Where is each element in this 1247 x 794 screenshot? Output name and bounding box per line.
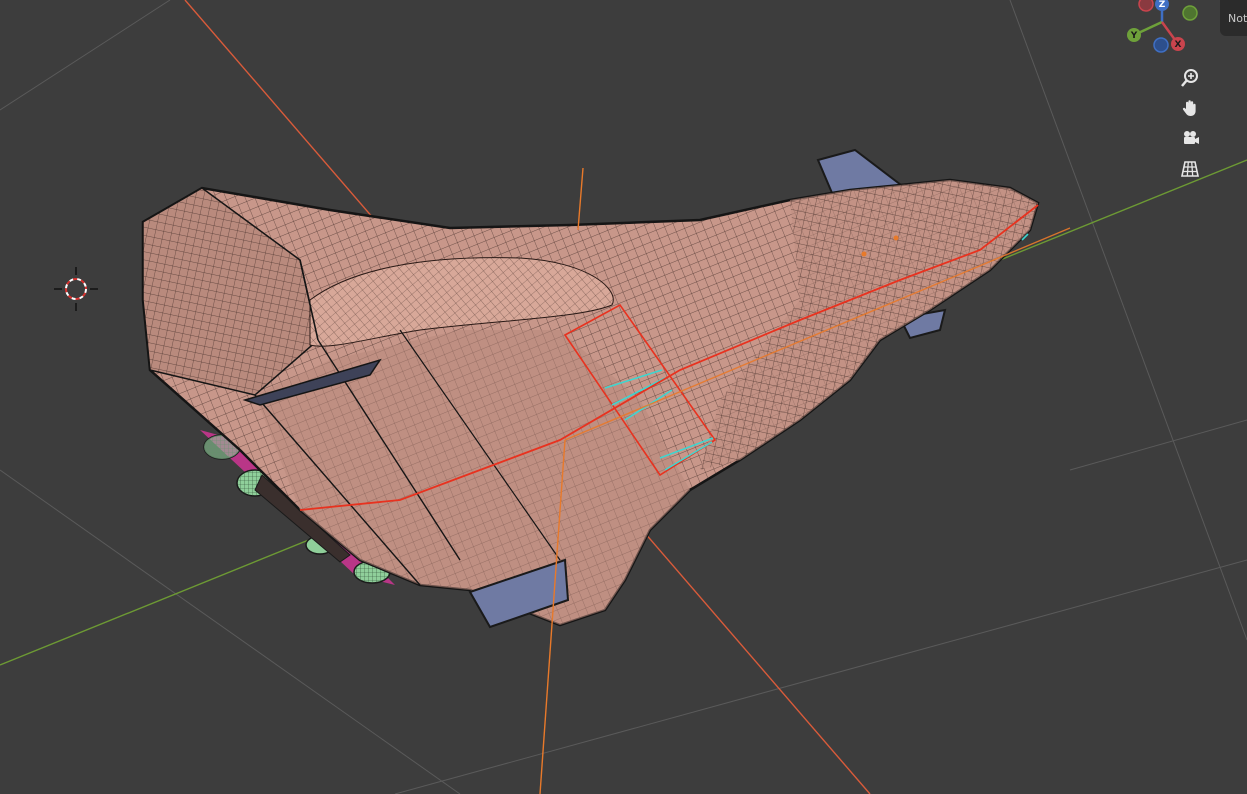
n-panel-tab[interactable]: Not [1220, 0, 1247, 36]
zoom-icon [1181, 69, 1198, 87]
gizmo-z-label: Z [1159, 0, 1166, 10]
gizmo-x-label: X [1175, 40, 1182, 50]
pan-button[interactable] [1176, 94, 1204, 122]
3d-cursor[interactable] [54, 267, 98, 311]
gizmo-y-label: Y [1130, 31, 1138, 41]
perspective-toggle-button[interactable] [1176, 155, 1204, 183]
spaceship-mesh[interactable] [141, 178, 1040, 627]
camera-view-button[interactable] [1176, 124, 1204, 152]
perspective-grid-icon [1181, 161, 1199, 177]
n-panel-tab-label: Not [1228, 11, 1247, 25]
navigation-gizmo[interactable]: Z Y X [1127, 0, 1198, 53]
gizmo-neg-y-ball[interactable] [1182, 5, 1198, 21]
zoom-button[interactable] [1176, 64, 1204, 92]
3d-viewport[interactable]: Z Y X [0, 0, 1247, 794]
hand-pan-icon [1182, 100, 1196, 116]
gizmo-neg-x-ball[interactable] [1138, 0, 1154, 12]
gizmo-neg-z-ball[interactable] [1153, 37, 1169, 53]
camera-icon [1184, 131, 1199, 144]
